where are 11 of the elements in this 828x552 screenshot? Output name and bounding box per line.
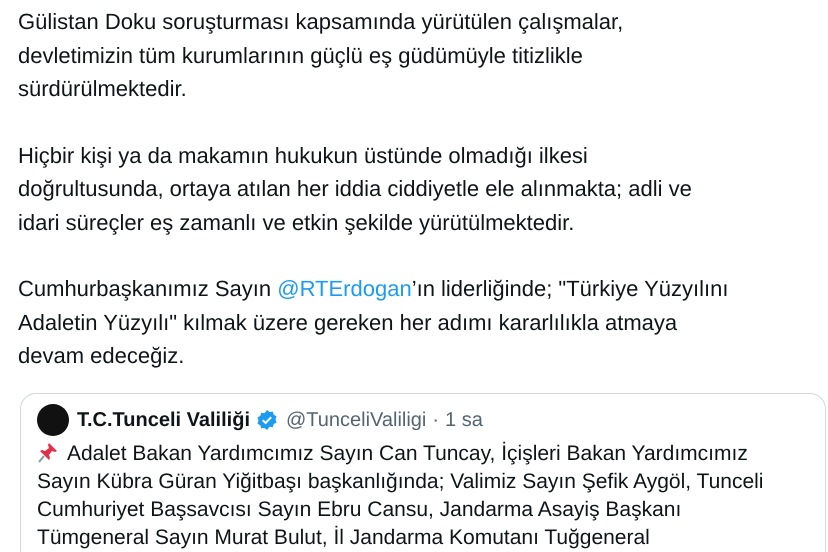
pushpin-icon <box>37 440 59 462</box>
separator: · <box>432 408 440 432</box>
quoted-post-text: Adalet Bakan Yardımcımız Sayın Can Tuncay, İçişleri Bakan Yardımcımız Sayın Kübra Güran Yiğitbaşı başkanlığında; Valimiz Sayın Şefik Aygöl, Tunceli Cumhuriyet Başsavcısı Sayın Ebru Cansu, Jandarma Asayiş Başkanı Tümgeneral Sayın Murat Bulut, İl Jandarma Komutanı Tuğgeneral <box>37 440 764 550</box>
avatar-icon <box>37 404 69 436</box>
post-paragraph: Gülistan Doku soruşturması kapsamında yürütülen çalışmalar, devletimizin tüm kurumlarının güçlü eş güdümüyle titizlikle sürdürülmektedir. <box>18 8 624 103</box>
author-name[interactable]: T.C.Tunceli Valiliği <box>77 404 250 434</box>
author-handle: @TunceliValiligi <box>286 408 426 432</box>
post-paragraph: Cumhurbaşkanımız Sayın @RTErdogan’ın liderliğinde; "Türkiye Yüzyılını Adaletin Yüzyılı" kılmak üzere gereken her adımı kararlılıkla atmaya devam edeceğiz. <box>18 275 730 370</box>
quoted-post-card[interactable] <box>20 392 826 552</box>
post-time: 1 sa <box>445 408 483 432</box>
post-paragraph: Hiçbir kişi ya da makamın hukukun üstünde olmadığı ilkesi doğrultusunda, ortaya atılan her iddia ciddiyetle ele alınmakta; adli ve idari süreçler eş zamanlı ve etkin şekilde yürütülmektedir. <box>18 142 693 237</box>
